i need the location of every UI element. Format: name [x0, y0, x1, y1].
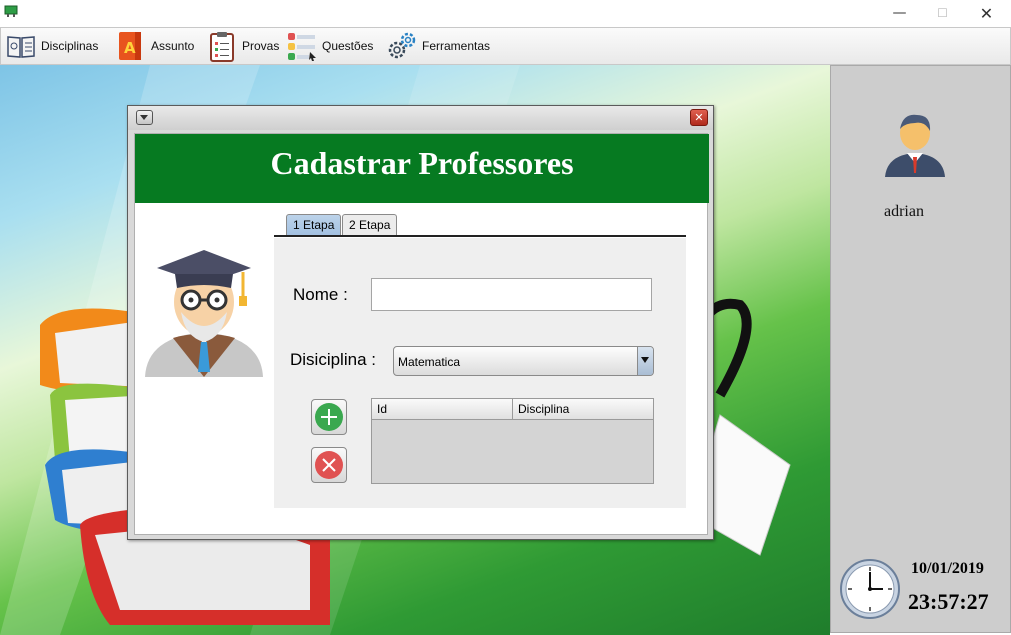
book-icon [7, 36, 35, 58]
user-name: adrian [884, 203, 924, 220]
add-disciplina-button[interactable] [311, 399, 347, 435]
cadastrar-professores-dialog: ✕ Cadastrar Professores 1 Etapa 2 Etapa [127, 105, 714, 540]
header-banner: Cadastrar Professores [135, 134, 709, 203]
disciplinas-table[interactable]: Id Disciplina [371, 398, 654, 484]
current-time: 23:57:27 [908, 589, 989, 614]
letter-a-book-icon: A [119, 32, 141, 60]
menu-assunto[interactable]: A Assunto [115, 28, 194, 64]
menu-label: Ferramentas [422, 39, 491, 53]
close-window-button[interactable]: ✕ [964, 0, 1009, 27]
nome-input[interactable] [371, 278, 652, 311]
clock-icon [840, 559, 900, 619]
current-date: 10/01/2019 [911, 560, 984, 577]
maximize-button[interactable]: ☐ [920, 0, 965, 27]
menu-questoes[interactable]: Questões [286, 28, 373, 64]
chevron-down-icon[interactable] [637, 347, 653, 375]
window-title-bar: — ☐ ✕ [0, 0, 1011, 27]
menu-label: Questões [322, 39, 374, 53]
minimize-button[interactable]: — [877, 0, 922, 27]
dialog-title-bar[interactable]: ✕ [128, 106, 713, 130]
column-header-disciplina[interactable]: Disciplina [513, 399, 653, 419]
tab-2-etapa[interactable]: 2 Etapa [342, 214, 398, 235]
dialog-close-button[interactable]: ✕ [690, 109, 708, 126]
dialog-title: Cadastrar Professores [270, 145, 574, 181]
menu-label: Provas [242, 39, 280, 53]
tab-1-etapa[interactable]: 1 Etapa [286, 214, 342, 235]
menu-label: Assunto [151, 39, 195, 53]
dialog-body: Cadastrar Professores 1 Etapa 2 Etapa No… [134, 133, 709, 535]
svg-text:A: A [124, 39, 136, 57]
user-avatar-icon [885, 114, 945, 177]
tab-divider [274, 235, 686, 237]
menu-disciplinas[interactable]: Disciplinas [5, 28, 98, 64]
menu-bar: Disciplinas A Assunto Provas Questões Fe… [0, 27, 1011, 65]
nome-label: Nome : [293, 285, 348, 304]
disciplina-label: Disiciplina : [290, 350, 376, 369]
disciplina-selected-value: Matematica [398, 355, 461, 369]
menu-provas[interactable]: Provas [206, 28, 279, 64]
app-icon [4, 5, 18, 17]
table-header: Id Disciplina [372, 399, 653, 420]
remove-disciplina-button[interactable] [311, 447, 347, 483]
column-header-id[interactable]: Id [372, 399, 513, 419]
professor-avatar-icon [145, 250, 263, 377]
plus-icon [315, 403, 343, 431]
menu-label: Disciplinas [41, 39, 99, 53]
question-list-icon [288, 33, 316, 61]
dialog-menu-button[interactable] [136, 110, 153, 125]
disciplina-select[interactable]: Matematica [393, 346, 654, 376]
clipboard-icon [210, 32, 234, 62]
user-panel: adrian 10/01/2019 23:57:27 [830, 65, 1011, 633]
gears-icon [388, 32, 416, 59]
menu-ferramentas[interactable]: Ferramentas [386, 28, 490, 64]
remove-x-icon [315, 451, 343, 479]
